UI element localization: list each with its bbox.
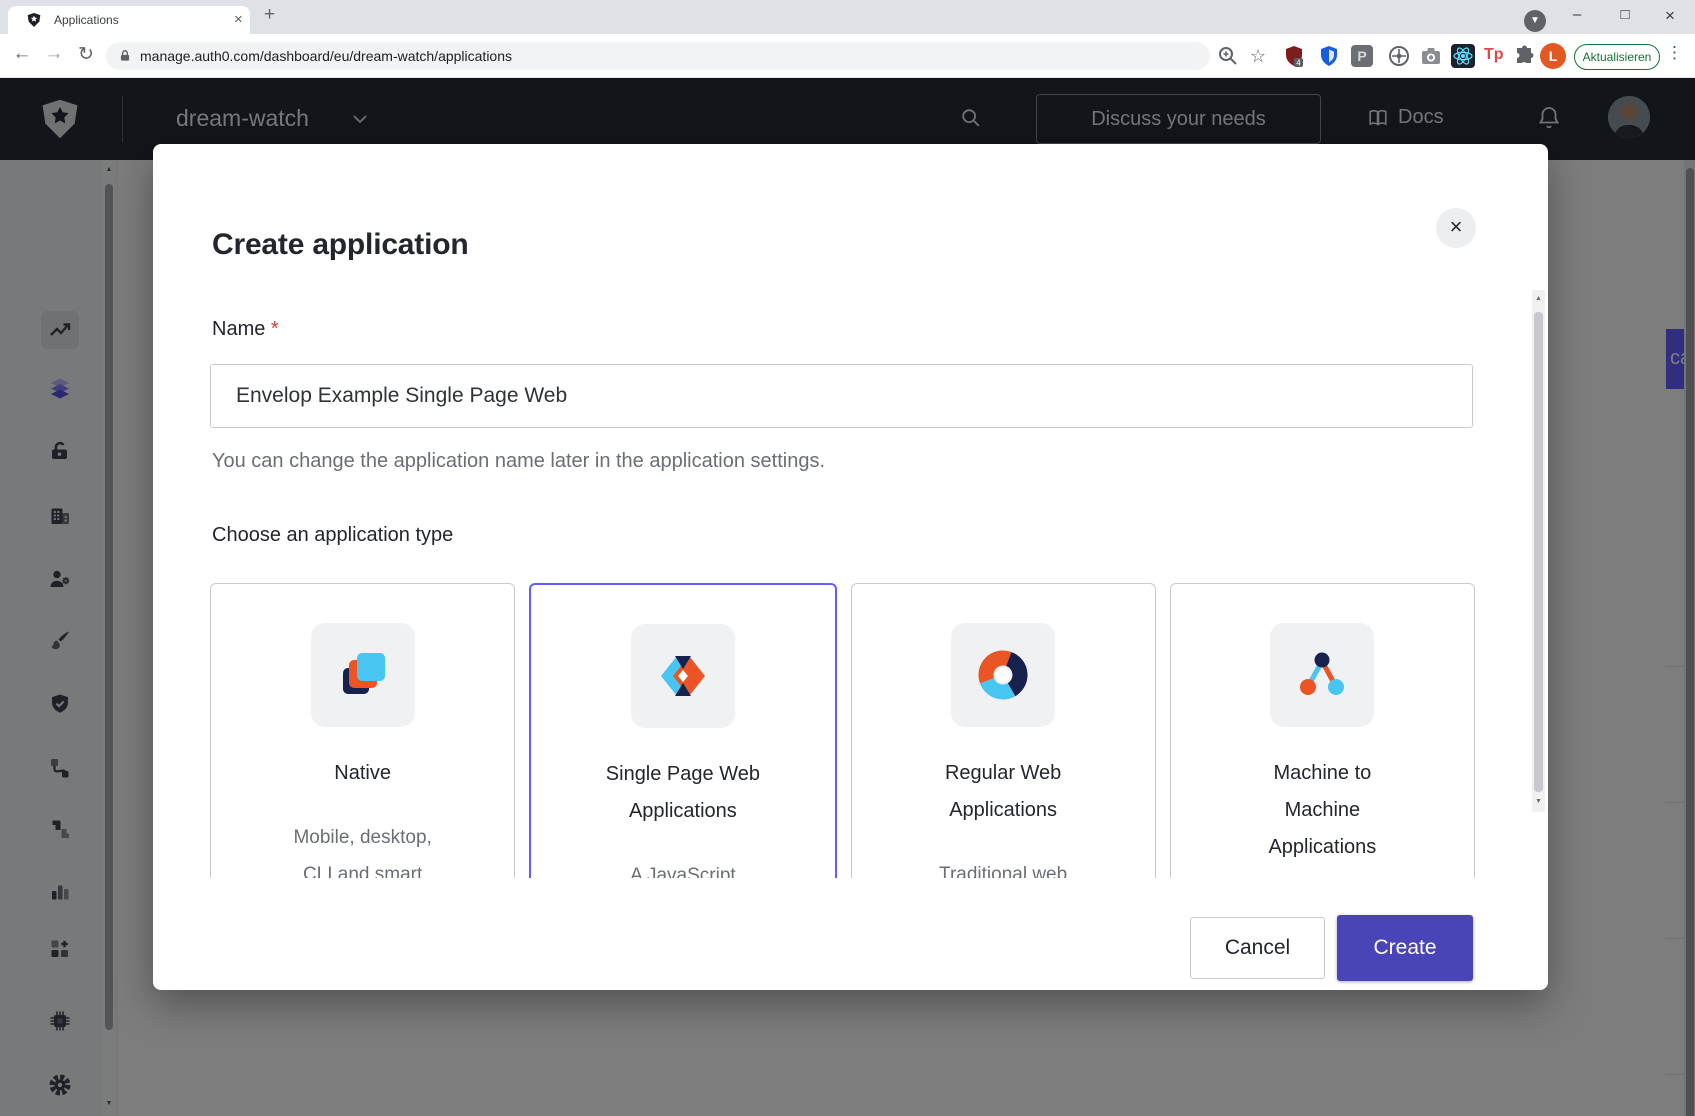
lock-icon [118,49,132,63]
url-text: manage.auth0.com/dashboard/eu/dream-watc… [140,48,512,64]
modal-scrollbar[interactable]: ▲ ▼ [1532,290,1545,812]
svg-text:4: 4 [1296,59,1301,68]
name-helper-text: You can change the application name late… [212,450,825,473]
choose-type-label: Choose an application type [212,524,453,547]
machine-to-machine-icon [1270,623,1374,727]
new-tab-button[interactable]: + [264,4,275,26]
auth0-favicon [26,12,42,28]
card-description: A JavaScript [600,857,765,878]
back-button[interactable]: ← [8,43,36,65]
bitwarden-extension-icon[interactable] [1317,44,1341,68]
chrome-update-button[interactable]: Aktualisieren [1574,44,1660,70]
browser-titlebar: Applications × + ▼ – □ × [0,0,1695,34]
ublock-extension-icon[interactable]: 4 [1282,44,1306,68]
card-description: Mobile, desktop, CLI and smart [280,819,445,878]
scroll-down-icon[interactable]: ▼ [1532,798,1545,805]
minimize-button[interactable]: – [1557,6,1597,23]
card-title: Single Page Web Applications [583,756,783,830]
cancel-button[interactable]: Cancel [1190,917,1325,979]
app-type-card-native[interactable]: Native Mobile, desktop, CLI and smart [210,583,515,878]
name-label: Name * [212,318,279,341]
reload-button[interactable]: ↻ [72,43,100,66]
create-button[interactable]: Create [1337,915,1473,981]
app-type-card-m2m[interactable]: Machine to Machine Applications [1170,583,1475,878]
app-type-card-spa[interactable]: Single Page Web Applications A JavaScrip… [529,583,836,878]
browser-window: Applications × + ▼ – □ × ← → ↻ manage.au… [0,0,1695,1116]
p-extension-icon[interactable]: P [1351,45,1373,67]
app-type-card-regular-web[interactable]: Regular Web Applications Traditional web [851,583,1156,878]
required-mark: * [271,318,279,340]
modal-scrollbar-thumb[interactable] [1534,312,1543,792]
tab-title: Applications [54,13,119,27]
application-type-cards: Native Mobile, desktop, CLI and smart Si… [210,583,1475,878]
extensions-puzzle-icon[interactable] [1513,44,1537,68]
tab-close-icon[interactable]: × [234,11,243,28]
native-icon [311,623,415,727]
zoom-icon[interactable] [1216,44,1240,68]
chrome-update-icon[interactable]: ▼ [1524,10,1546,32]
bookmark-star-icon[interactable]: ☆ [1250,46,1266,67]
forward-button[interactable]: → [40,43,68,65]
card-title: Machine to Machine Applications [1252,755,1392,866]
react-devtools-extension-icon[interactable] [1451,44,1475,68]
application-name-input[interactable] [210,364,1473,428]
maximize-button[interactable]: □ [1605,6,1645,23]
browser-toolbar: ← → ↻ manage.auth0.com/dashboard/eu/drea… [0,34,1695,78]
modal-close-button[interactable]: × [1436,208,1476,248]
spa-icon [631,624,735,728]
scroll-up-icon[interactable]: ▲ [1532,295,1545,302]
browser-profile-avatar[interactable]: L [1540,43,1566,69]
crosshair-extension-icon[interactable] [1387,44,1411,68]
card-title: Regular Web Applications [903,755,1103,829]
modal-title: Create application [212,228,468,262]
address-bar[interactable]: manage.auth0.com/dashboard/eu/dream-watc… [106,42,1210,70]
browser-menu-icon[interactable]: ⋮ [1666,43,1682,63]
modal-scroll-area: Name * You can change the application na… [153,268,1548,878]
tp-extension-icon[interactable]: Tp [1484,46,1504,64]
window-close-button[interactable]: × [1650,6,1690,26]
card-description: Traditional web [921,856,1086,878]
card-title: Native [263,755,463,792]
regular-web-icon [951,623,1055,727]
browser-tab[interactable]: Applications × [8,6,250,34]
create-application-modal: Create application × Name * You can chan… [153,144,1548,990]
camera-extension-icon[interactable] [1419,44,1443,68]
